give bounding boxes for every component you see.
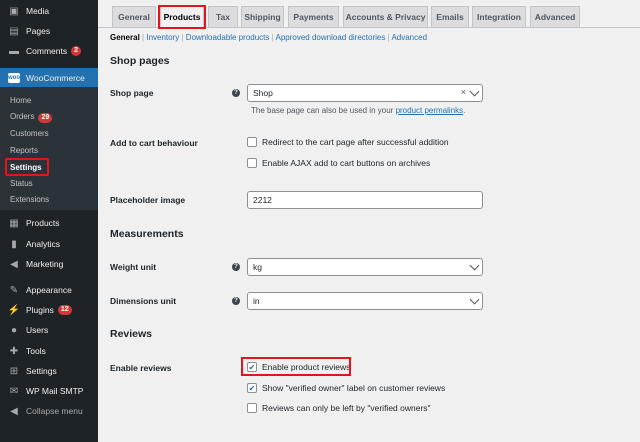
weight-unit-select[interactable]: kg	[247, 258, 483, 276]
subsection-inventory[interactable]: Inventory	[146, 33, 179, 42]
submenu-item-reports[interactable]: Reports	[10, 146, 38, 155]
tab-emails[interactable]: Emails	[431, 6, 469, 27]
users-icon: ●	[10, 324, 18, 336]
sidebar-item-tools[interactable]: ✚ Tools	[0, 342, 98, 360]
sidebar-item-woocommerce[interactable]: woo WooCommerce	[0, 68, 98, 88]
enable-reviews-label: Enable reviews	[110, 363, 172, 373]
comments-icon: ▬	[9, 45, 19, 57]
verified-owner-label-checkbox[interactable]: ✔ Show "verified owner" label on customer…	[247, 383, 445, 393]
clear-icon[interactable]: ×	[461, 87, 466, 97]
tab-payments[interactable]: Payments	[288, 6, 339, 27]
reviews-heading: Reviews	[110, 328, 153, 340]
pages-icon: ▤	[9, 25, 19, 37]
sidebar-item-media[interactable]: ▣ Media	[0, 2, 98, 20]
verified-owners-only-checkbox[interactable]: Reviews can only be left by "verified ow…	[247, 403, 431, 413]
products-tab-highlight-box	[158, 5, 206, 29]
sidebar-item-marketing[interactable]: ◀ Marketing	[0, 255, 98, 273]
plugins-icon: ⚡	[7, 304, 21, 316]
mail-icon: ✉	[9, 385, 19, 397]
orders-count-badge: 29	[38, 113, 53, 123]
ajax-add-to-cart-checkbox[interactable]: Enable AJAX add to cart buttons on archi…	[247, 158, 430, 168]
appearance-icon: ✎	[9, 284, 19, 296]
sidebar-item-comments[interactable]: ▬ Comments 2	[0, 42, 98, 60]
checkbox-unchecked[interactable]	[247, 137, 257, 147]
tab-shipping[interactable]: Shipping	[241, 6, 284, 27]
tools-icon: ✚	[9, 345, 19, 357]
admin-sidebar: ▣ Media ▤ Pages ▬ Comments 2 woo WooCommerce …	[0, 0, 98, 442]
sidebar-item-wp-mail-smtp[interactable]: ✉ WP Mail SMTP	[0, 382, 98, 400]
checkbox-unchecked[interactable]	[247, 158, 257, 168]
sidebar-item-pages[interactable]: ▤ Pages	[0, 22, 98, 40]
help-icon[interactable]: ?	[232, 263, 240, 271]
placeholder-image-input[interactable]: 2212	[247, 191, 483, 209]
chevron-down-icon	[469, 294, 480, 305]
dimensions-unit-select[interactable]: in	[247, 292, 483, 310]
marketing-icon: ◀	[10, 258, 18, 270]
tab-advanced[interactable]: Advanced	[530, 6, 580, 27]
checkmark-icon[interactable]: ✔	[247, 383, 257, 393]
settings-highlight-box	[5, 158, 49, 176]
submenu-item-home[interactable]: Home	[10, 96, 31, 105]
settings-icon: ⊞	[9, 365, 19, 377]
sidebar-item-plugins[interactable]: ⚡ Plugins 12	[0, 301, 98, 319]
tab-general[interactable]: General	[112, 6, 156, 27]
enable-reviews-highlight-box	[241, 357, 351, 376]
sidebar-item-appearance[interactable]: ✎ Appearance	[0, 281, 98, 299]
comments-count-badge: 2	[71, 46, 81, 56]
submenu-item-orders[interactable]: Orders 29	[10, 112, 53, 123]
sidebar-item-products[interactable]: ▦ Products	[0, 214, 98, 232]
placeholder-image-label: Placeholder image	[110, 195, 186, 205]
chevron-down-icon	[469, 86, 480, 97]
subsection-approved-download-directories[interactable]: Approved download directories	[276, 33, 386, 42]
media-icon: ▣	[9, 5, 19, 17]
submenu-item-customers[interactable]: Customers	[10, 129, 49, 138]
subsection-general[interactable]: General	[110, 33, 140, 42]
tab-integration[interactable]: Integration	[472, 6, 526, 27]
tab-accounts-privacy[interactable]: Accounts & Privacy	[343, 6, 428, 27]
subsection-downloadable-products[interactable]: Downloadable products	[186, 33, 270, 42]
shop-page-select[interactable]: Shop ×	[247, 84, 483, 102]
add-to-cart-label: Add to cart behaviour	[110, 138, 198, 148]
sidebar-item-users[interactable]: ● Users	[0, 321, 98, 339]
help-icon[interactable]: ?	[232, 89, 240, 97]
collapse-menu-button[interactable]: ◀ Collapse menu	[0, 402, 98, 420]
subsection-advanced[interactable]: Advanced	[391, 33, 427, 42]
subsection-links: General | Inventory | Downloadable produ…	[110, 33, 428, 42]
submenu-item-extensions[interactable]: Extensions	[10, 195, 49, 204]
chevron-down-icon	[469, 260, 480, 271]
product-permalinks-link[interactable]: product permalinks	[396, 106, 464, 115]
sidebar-item-analytics[interactable]: ▮ Analytics	[0, 235, 98, 253]
measurements-heading: Measurements	[110, 228, 184, 240]
tab-tax[interactable]: Tax	[208, 6, 238, 27]
sidebar-item-settings[interactable]: ⊞ Settings	[0, 362, 98, 380]
woocommerce-icon: woo	[8, 73, 20, 83]
shop-page-description: The base page can also be used in your p…	[251, 106, 466, 115]
weight-unit-label: Weight unit	[110, 262, 157, 272]
shop-pages-heading: Shop pages	[110, 55, 170, 67]
submenu-item-status[interactable]: Status	[10, 179, 33, 188]
analytics-icon: ▮	[11, 238, 17, 250]
settings-main: General Products Tax Shipping Payments A…	[98, 0, 640, 442]
dimensions-unit-label: Dimensions unit	[110, 296, 177, 306]
help-icon[interactable]: ?	[232, 297, 240, 305]
shop-page-label: Shop page	[110, 88, 154, 98]
woocommerce-submenu: Home Orders 29 Customers Reports Settings…	[0, 87, 98, 210]
checkbox-unchecked[interactable]	[247, 403, 257, 413]
products-icon: ▦	[9, 217, 19, 229]
redirect-to-cart-checkbox[interactable]: Redirect to the cart page after successf…	[247, 137, 449, 147]
collapse-icon: ◀	[10, 405, 18, 417]
plugins-count-badge: 12	[57, 305, 72, 315]
